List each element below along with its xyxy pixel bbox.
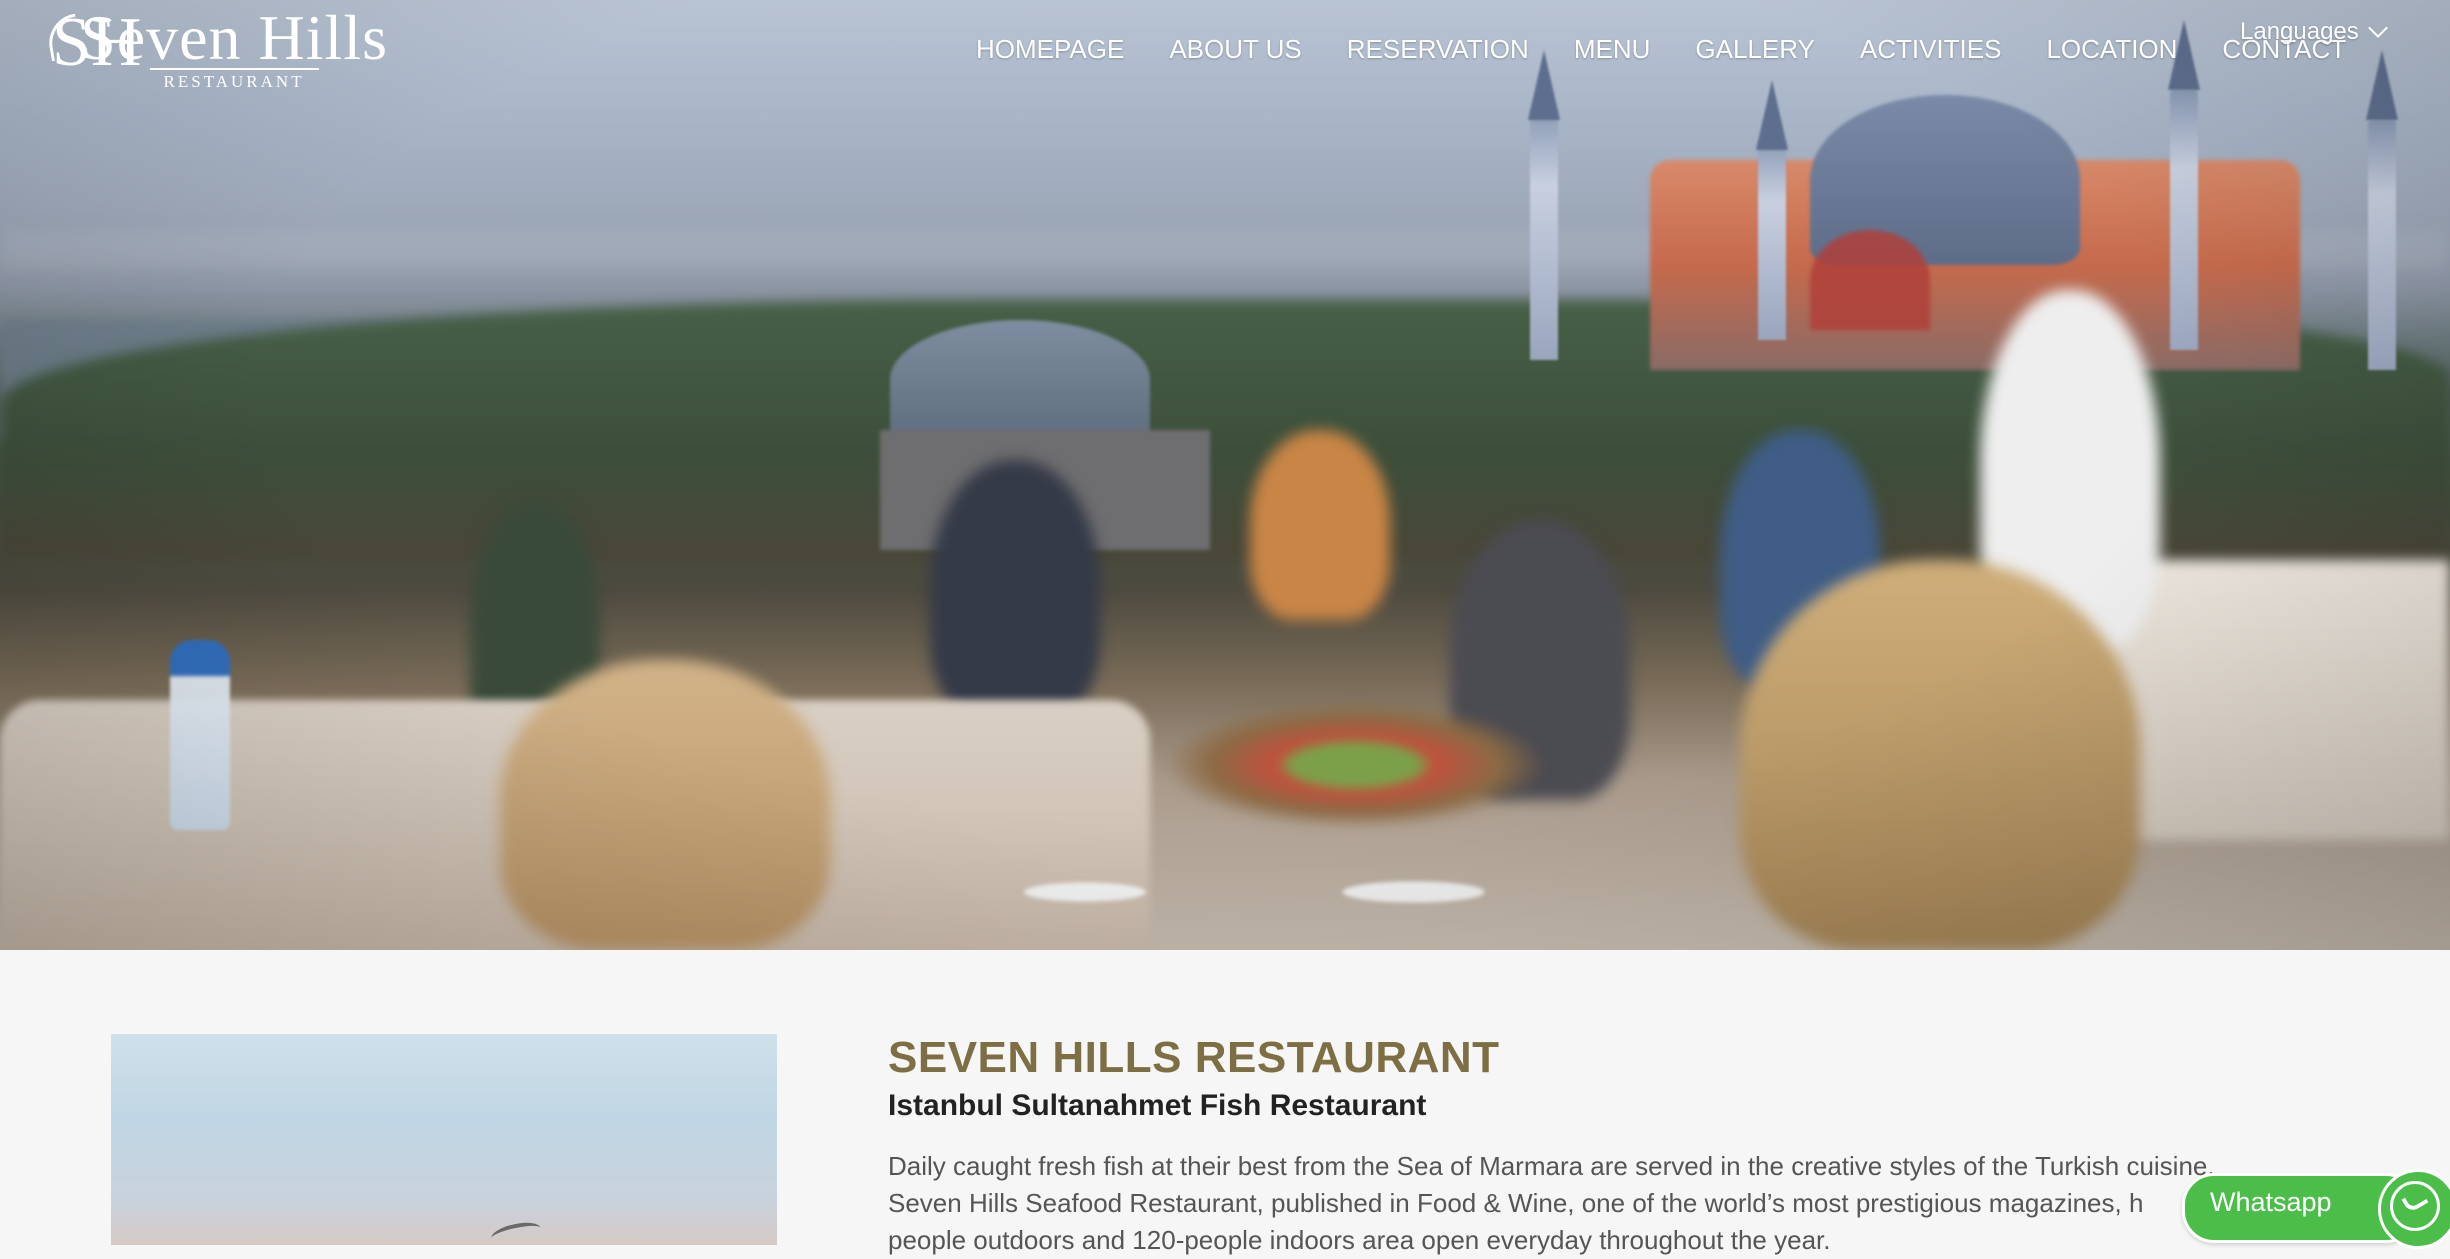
- hero-banner: [0, 0, 2450, 950]
- whatsapp-button[interactable]: Whatsapp: [2182, 1169, 2450, 1249]
- languages-dropdown[interactable]: Languages: [2240, 18, 2388, 46]
- intro-paragraph: Daily caught fresh fish at their best fr…: [888, 1148, 2288, 1259]
- main-nav: HOMEPAGE ABOUT US RESERVATION MENU GALLE…: [976, 34, 2346, 65]
- nav-item-reservation[interactable]: RESERVATION: [1347, 34, 1529, 65]
- nav-item-menu[interactable]: MENU: [1574, 34, 1651, 65]
- site-logo[interactable]: SH Seven Hills RESTAURANT: [44, 6, 388, 92]
- languages-label: Languages: [2240, 18, 2359, 45]
- hero-vignette: [0, 0, 2450, 950]
- seagull-icon: [489, 1218, 543, 1245]
- about-image: [111, 1034, 777, 1245]
- intro-subheading: Istanbul Sultanahmet Fish Restaurant: [888, 1089, 1427, 1122]
- logo-monogram-icon: SH: [44, 6, 141, 86]
- chevron-down-icon: [2367, 18, 2388, 38]
- logo-monogram: SH: [52, 4, 142, 81]
- nav-item-activities[interactable]: ACTIVITIES: [1860, 34, 2002, 65]
- intro-paragraph-line: Seven Hills Seafood Restaurant, publishe…: [888, 1188, 2144, 1218]
- intro-paragraph-line: Daily caught fresh fish at their best fr…: [888, 1151, 2215, 1181]
- intro-section: SEVEN HILLS RESTAURANT Istanbul Sultanah…: [888, 1032, 2288, 1259]
- whatsapp-label: Whatsapp: [2210, 1187, 2332, 1217]
- nav-item-homepage[interactable]: HOMEPAGE: [976, 34, 1124, 65]
- intro-paragraph-line: people outdoors and 120-people indoors a…: [888, 1225, 1831, 1255]
- intro-heading: SEVEN HILLS RESTAURANT: [888, 1033, 1500, 1082]
- logo-subtitle: RESTAURANT: [149, 68, 319, 92]
- nav-item-about-us[interactable]: ABOUT US: [1169, 34, 1301, 65]
- nav-item-gallery[interactable]: GALLERY: [1695, 34, 1814, 65]
- nav-item-location[interactable]: LOCATION: [2046, 34, 2177, 65]
